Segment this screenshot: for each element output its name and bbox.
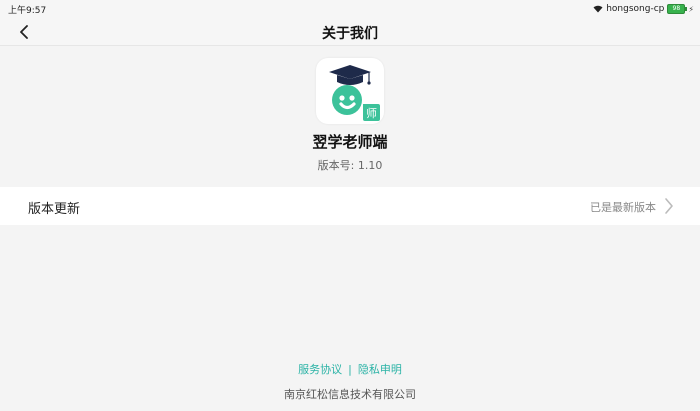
privacy-statement-link[interactable]: 隐私申明 [358,363,402,376]
app-logo: 师 [316,58,384,124]
charging-bolt-icon: ⚡ [688,4,694,14]
chevron-right-icon [665,198,673,214]
app-name: 翌学老师端 [312,133,388,151]
graduation-cap-icon [329,65,371,79]
version-update-label: 版本更新 [28,202,81,217]
status-bar: 上午9:57 hongsong-cp 98 ⚡ [0,0,700,18]
battery-icon: 98 [667,4,688,14]
status-time: 上午9:57 [8,6,47,16]
footer-links: 服务协议 | 隐私申明 [0,361,700,377]
app-version: 版本号: 1.10 [317,159,383,172]
wifi-icon [593,5,603,13]
network-name: hongsong-cp [606,4,665,14]
footer-divider: | [348,363,352,376]
status-indicators: hongsong-cp 98 ⚡ [593,2,694,16]
page-title: 关于我们 [322,26,378,42]
version-update-row[interactable]: 版本更新 已是最新版本 [0,187,700,225]
service-agreement-link[interactable]: 服务协议 [298,363,342,376]
logo-badge: 师 [366,107,377,120]
nav-bar: 关于我们 [0,18,700,46]
version-status: 已是最新版本 [590,201,656,214]
company-name: 南京红松信息技术有限公司 [284,388,416,401]
